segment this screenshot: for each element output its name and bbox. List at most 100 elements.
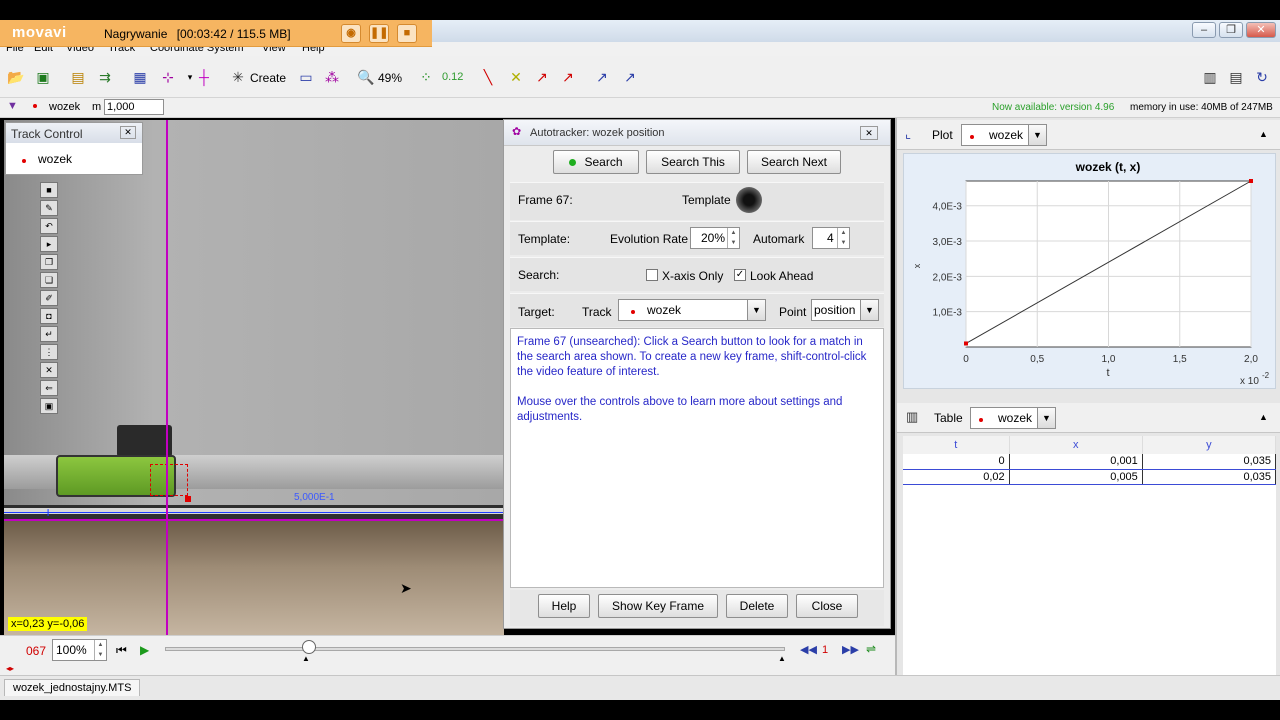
look-ahead-label[interactable]: Look Ahead <box>750 269 813 283</box>
rate-down-icon[interactable]: ▼ <box>94 650 106 660</box>
evolution-rate-spinner[interactable]: 20% ▲ ▼ <box>690 227 740 249</box>
tape-measure-icon[interactable]: ┼ <box>194 68 214 86</box>
table-cell[interactable]: 0,035 <box>1142 454 1277 470</box>
video-slider-thumb[interactable] <box>302 640 316 654</box>
momentum-alt-icon[interactable]: ↗ <box>620 68 640 86</box>
track-control-close-icon[interactable]: ✕ <box>120 126 136 139</box>
table-cell[interactable]: 0,035 <box>1142 469 1277 485</box>
tool-edit-icon[interactable]: ✐ <box>40 290 58 306</box>
coordinate-axes-icon[interactable]: ⊹ <box>158 68 178 86</box>
export-icon[interactable]: ⇉ <box>95 68 115 86</box>
momentum-icon[interactable]: ↗ <box>592 68 612 86</box>
file-tab[interactable]: wozek_jednostajny.MTS <box>4 679 141 696</box>
play-icon[interactable]: ▶ <box>140 643 149 657</box>
update-notice[interactable]: Now available: version 4.96 <box>992 102 1114 113</box>
tool-return-icon[interactable]: ↵ <box>40 326 58 342</box>
close-window-button[interactable]: ✕ <box>1246 22 1276 38</box>
spinner-down-icon[interactable]: ▼ <box>727 238 739 248</box>
track-control-icon[interactable]: ▭ <box>296 68 316 86</box>
help-button[interactable]: Help <box>538 594 590 618</box>
template-thumbnail[interactable] <box>736 187 762 213</box>
mass-field[interactable] <box>104 99 164 115</box>
end-marker-icon[interactable]: ▲ <box>778 654 786 663</box>
chevron-down-icon[interactable]: ▼ <box>1028 125 1046 145</box>
spinner-up-icon[interactable]: ▲ <box>837 228 849 238</box>
reset-icon[interactable]: ⏮ <box>116 643 127 658</box>
video-view[interactable]: + 5,000E-1 ■ ✎ ↶ ▸ ❐ ❏ ✐ ◘ ↵ ⋮ ✕ ⇐ ▣ x=0… <box>4 120 504 635</box>
tool-paste-icon[interactable]: ❏ <box>40 272 58 288</box>
target-track-dropdown[interactable]: wozek ▼ <box>618 299 766 321</box>
maximize-button[interactable]: ❐ <box>1219 22 1243 38</box>
trails-icon[interactable]: ⁘ <box>416 68 436 86</box>
tool-square-icon[interactable]: ■ <box>40 182 58 198</box>
minimize-button[interactable]: ‒ <box>1192 22 1216 38</box>
create-button[interactable]: Create <box>250 71 286 85</box>
acceleration-alt-icon[interactable]: ↗ <box>558 68 578 86</box>
plot-collapse-icon[interactable]: ▲ <box>1259 129 1268 139</box>
track-control-item[interactable]: wozek <box>38 152 72 166</box>
zoom-level[interactable]: 49% <box>378 71 402 85</box>
table-cell[interactable]: 0,005 <box>1009 469 1143 485</box>
coordinate-y-axis[interactable] <box>166 120 168 635</box>
plot-tab-label[interactable]: Plot <box>932 128 953 142</box>
create-icon[interactable]: ✳ <box>228 68 248 86</box>
track-menu-icon[interactable]: ▼ <box>7 100 18 112</box>
step-forward-icon[interactable]: ▶▶ <box>842 643 859 656</box>
track-name[interactable]: wozek <box>49 101 80 113</box>
notes-icon[interactable]: ▥ <box>1200 68 1220 86</box>
table-cell[interactable]: 0,02 <box>903 469 1010 485</box>
column-header-x[interactable]: x <box>1009 436 1143 454</box>
search-this-button[interactable]: Search This <box>646 150 740 174</box>
x-axis-only-checkbox[interactable] <box>646 269 658 281</box>
look-ahead-checkbox[interactable]: ✓ <box>734 269 746 281</box>
tool-clear-icon[interactable]: ✕ <box>40 362 58 378</box>
tool-pencil-icon[interactable]: ✎ <box>40 200 58 216</box>
clip-settings-icon[interactable]: ▦ <box>130 68 150 86</box>
tool-grid-icon[interactable]: ⋮ <box>40 344 58 360</box>
origin-marker-icon[interactable]: + <box>44 505 52 519</box>
table-row[interactable]: 0 0,001 0,035 <box>903 454 1277 470</box>
data-table-area[interactable]: t x y 0 0,001 0,035 0,02 0,005 0,035 <box>903 436 1277 675</box>
table-track-dropdown[interactable]: wozek ▼ <box>970 407 1056 429</box>
video-slider-track[interactable] <box>165 647 785 651</box>
rate-up-icon[interactable]: ▲ <box>94 640 106 650</box>
tool-next-icon[interactable]: ▸ <box>40 236 58 252</box>
plot-area[interactable]: wozek (t, x) 0 0,5 1,0 1,5 2,0 1,0E-3 2,0E-3 3… <box>903 153 1276 389</box>
position-chart[interactable]: wozek (t, x) 0 0,5 1,0 1,5 2,0 1,0E-3 2,0E-3 3… <box>904 154 1277 390</box>
step-back-icon[interactable]: ◀◀ <box>800 643 817 656</box>
automark-spinner[interactable]: 4 ▲ ▼ <box>812 227 850 249</box>
spinner-down-icon[interactable]: ▼ <box>837 238 849 248</box>
show-key-frame-button[interactable]: Show Key Frame <box>598 594 718 618</box>
loop-icon[interactable]: ⇌ <box>866 642 876 656</box>
velocity-icon[interactable]: ✕ <box>506 68 526 86</box>
track-point-marker[interactable] <box>185 496 191 502</box>
zoom-icon[interactable]: 🔍 <box>356 68 376 86</box>
decimal-places-icon[interactable]: 0.12 <box>442 68 463 86</box>
tool-camera-icon[interactable]: ◘ <box>40 308 58 324</box>
line-tool-icon[interactable]: ╲ <box>478 68 498 86</box>
chevron-down-icon[interactable]: ▼ <box>1037 408 1055 428</box>
pause-icon[interactable]: ❚❚ <box>369 24 389 43</box>
refresh-icon[interactable]: ↻ <box>1252 68 1272 86</box>
delete-button[interactable]: Delete <box>726 594 788 618</box>
search-next-button[interactable]: Search Next <box>747 150 841 174</box>
column-header-y[interactable]: y <box>1142 436 1277 454</box>
table-cell[interactable]: 0 <box>903 454 1010 470</box>
acceleration-icon[interactable]: ↗ <box>532 68 552 86</box>
stop-icon[interactable]: ■ <box>397 24 417 43</box>
screenshot-icon[interactable]: ◉ <box>341 24 361 43</box>
chevron-down-icon[interactable]: ▼ <box>747 300 765 320</box>
close-button[interactable]: Close <box>796 594 858 618</box>
search-area-box[interactable] <box>150 464 188 496</box>
chevron-down-icon[interactable]: ▼ <box>860 300 878 320</box>
table-row[interactable]: 0,02 0,005 0,035 <box>903 469 1277 485</box>
open-video-icon[interactable]: ▤ <box>68 68 88 86</box>
x-axis-only-label[interactable]: X-axis Only <box>662 269 723 283</box>
dialog-close-icon[interactable]: ✕ <box>860 126 878 140</box>
tool-lock-icon[interactable]: ▣ <box>40 398 58 414</box>
tool-undo-icon[interactable]: ↶ <box>40 218 58 234</box>
filter-icon[interactable]: ⁂ <box>322 68 342 86</box>
search-button[interactable]: Search <box>553 150 639 174</box>
start-marker-icon[interactable]: ▲ <box>302 654 310 663</box>
table-tab-label[interactable]: Table <box>934 411 963 425</box>
